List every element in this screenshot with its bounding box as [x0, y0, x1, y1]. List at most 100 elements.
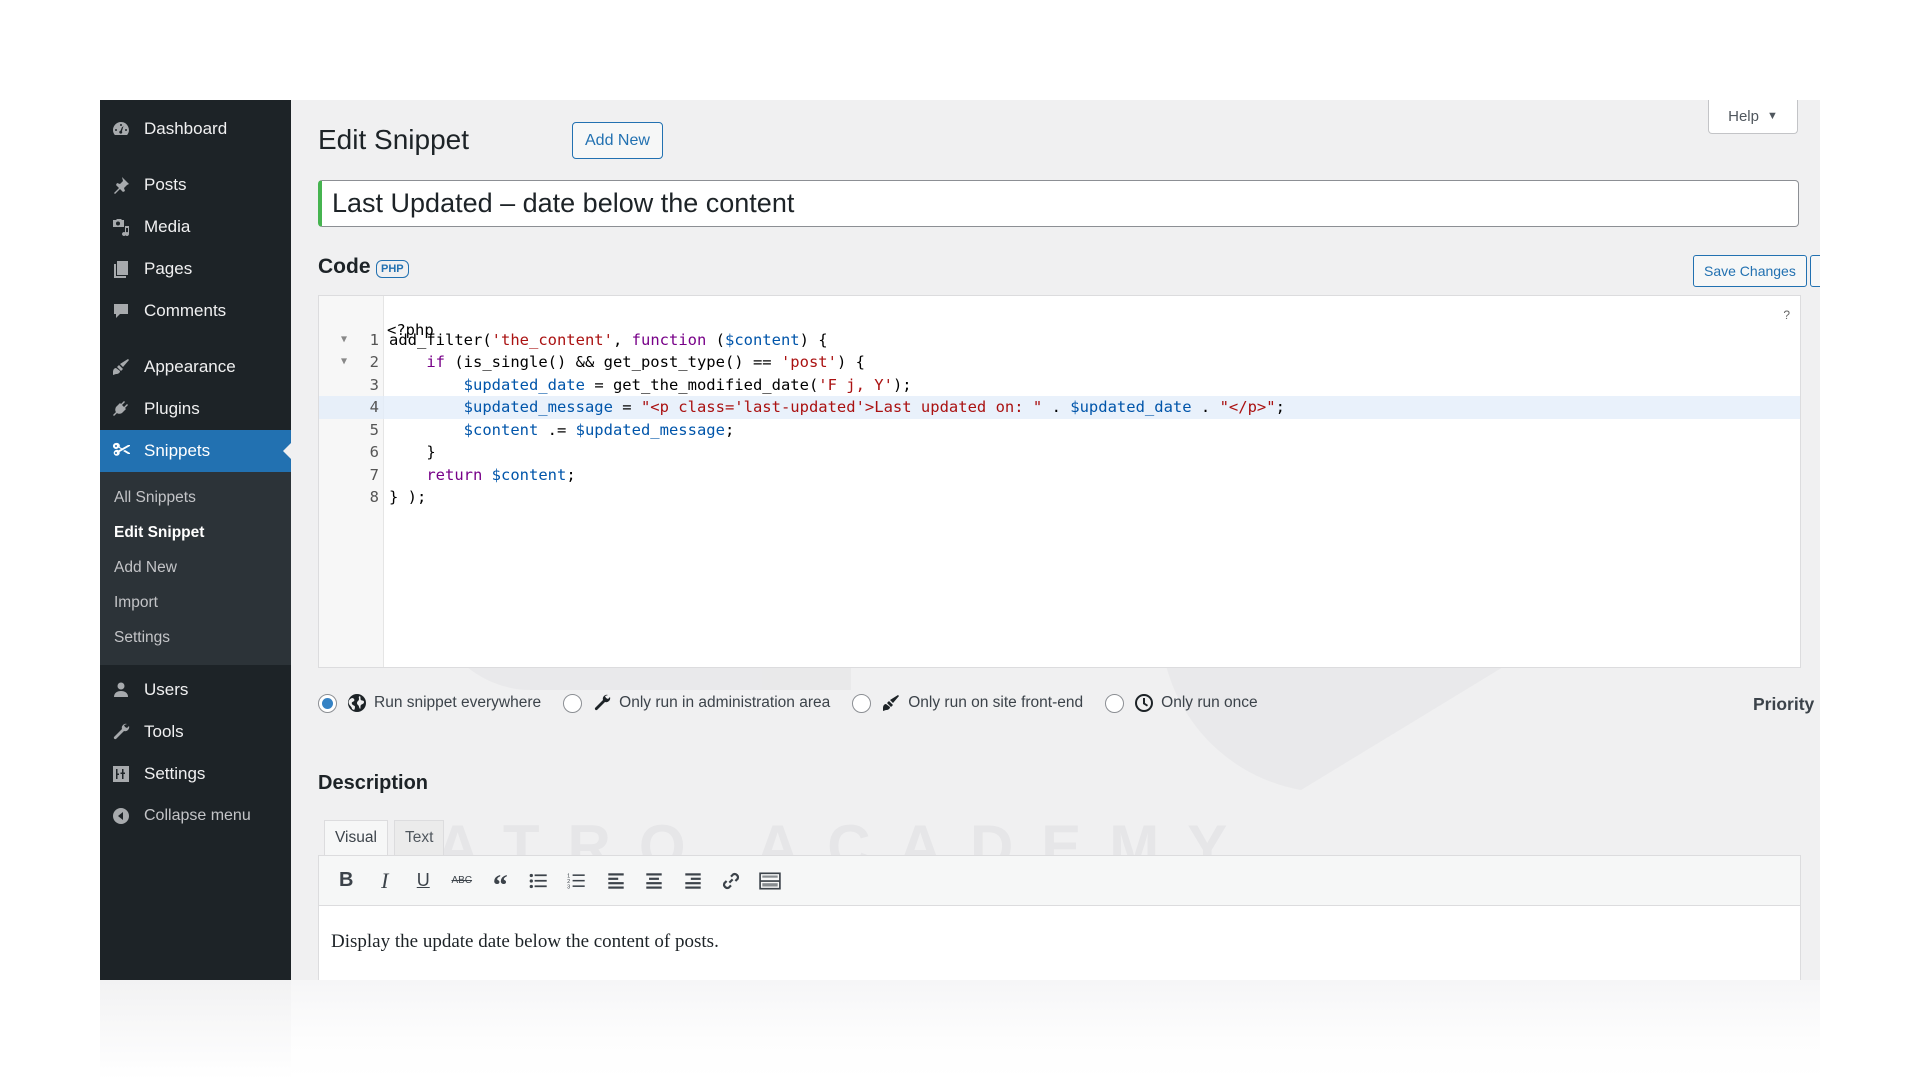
code-token: $updated_message [463, 398, 613, 416]
help-button[interactable]: Help ▼ [1708, 100, 1798, 134]
sidebar-item-label: Tools [144, 722, 184, 741]
numbered-list-icon[interactable]: 123 [558, 863, 597, 899]
toolbar-toggle-icon[interactable] [751, 863, 790, 899]
bullet-list-icon[interactable] [520, 863, 559, 899]
editor-toolbar: B I U ABC “ 123 [318, 855, 1801, 906]
code-token: . [1191, 398, 1220, 416]
underline-icon[interactable]: U [404, 863, 443, 899]
code-line[interactable]: ▼ 2 if (is_single() && get_post_type() ==… [319, 351, 1800, 374]
sidebar-item-snippets[interactable]: Snippets [100, 430, 291, 472]
code-line[interactable]: 4 $updated_message = "<p class='last-upd… [319, 396, 1800, 419]
snippet-title-input[interactable]: Last Updated – date below the content [318, 180, 1799, 227]
line-number: 6 [369, 443, 379, 461]
sidebar-item-label: Plugins [144, 399, 200, 418]
sidebar-item-label: Snippets [144, 441, 211, 460]
scope-radio[interactable] [1105, 693, 1125, 713]
collapse-menu-button[interactable]: Collapse menu [100, 795, 291, 837]
add-new-button[interactable]: Add New [572, 122, 663, 159]
sidebar-item-dashboard[interactable]: Dashboard [100, 108, 291, 150]
code-token: ); [892, 375, 912, 394]
main-content: ATRO ACADEMY Help ▼ Edit Snippet Add New… [291, 100, 1820, 980]
paintbrush-icon [110, 356, 132, 378]
scope-option-admin[interactable]: Only run in administration area [563, 693, 830, 713]
code-line[interactable]: 5 $content .= $updated_message; [319, 419, 1800, 442]
scope-option-frontend[interactable]: Only run on site front-end [852, 693, 1083, 713]
admin-sidebar: Dashboard Posts Media Pages Comments App… [100, 100, 291, 980]
line-number: 2 [369, 353, 379, 371]
sidebar-item-settings[interactable]: Settings [100, 753, 291, 795]
sidebar-item-label: Users [144, 680, 189, 699]
sidebar-item-media[interactable]: Media [100, 206, 291, 248]
submenu-all-snippets[interactable]: All Snippets [100, 480, 291, 515]
collapse-menu-label: Collapse menu [144, 807, 251, 824]
link-icon[interactable] [712, 863, 751, 899]
sidebar-item-label: Posts [144, 175, 187, 194]
line-number: 7 [369, 465, 379, 484]
sidebar-item-users[interactable]: Users [100, 669, 291, 711]
code-line[interactable]: 6 } [319, 441, 1800, 464]
sidebar-item-appearance[interactable]: Appearance [100, 346, 291, 388]
line-number: 3 [369, 375, 379, 394]
code-line[interactable]: ▼ 1 add_filter('the_content', function ($c… [319, 329, 1800, 352]
description-label: Description [318, 772, 429, 794]
media-icon [110, 216, 132, 238]
bold-icon[interactable]: B [327, 863, 366, 899]
code-token: "<p class='last-updated'>Last updated on… [640, 398, 1043, 416]
sidebar-item-pages[interactable]: Pages [100, 248, 291, 290]
code-token: if [426, 353, 445, 371]
code-line[interactable]: 8} ); [319, 486, 1800, 509]
code-text: } ); [389, 486, 426, 509]
line-number: 1 [369, 330, 379, 349]
code-token: 'F j, Y' [818, 375, 893, 394]
submenu-settings[interactable]: Settings [100, 620, 291, 655]
paintbrush-icon [881, 693, 901, 713]
scope-radio[interactable] [318, 693, 337, 713]
sidebar-item-plugins[interactable]: Plugins [100, 388, 291, 430]
align-left-icon[interactable] [597, 863, 636, 899]
submenu-add-new[interactable]: Add New [100, 550, 291, 585]
line-number: 5 [369, 420, 379, 439]
sidebar-item-tools[interactable]: Tools [100, 711, 291, 753]
scope-option-everywhere[interactable]: Run snippet everywhere [318, 693, 541, 713]
collapse-icon [110, 805, 132, 827]
code-line[interactable]: 3 $updated_date = get_the_modified_date(… [319, 374, 1800, 397]
submenu-import[interactable]: Import [100, 585, 291, 620]
clock-icon [1134, 693, 1154, 713]
code-token: ( [706, 330, 725, 349]
align-right-icon[interactable] [674, 863, 713, 899]
reflection-fade [100, 980, 1820, 1080]
scope-options: Run snippet everywhere Only run in admin… [318, 688, 1280, 718]
scope-radio[interactable] [852, 693, 872, 713]
code-token: $content [724, 330, 800, 349]
sidebar-item-label: Comments [144, 301, 227, 320]
caret-down-icon: ▼ [1766, 110, 1778, 122]
editor-help-button[interactable]: ? [1783, 308, 1790, 322]
dashboard-icon [110, 118, 132, 140]
scope-radio[interactable] [563, 693, 583, 713]
code-token: (is_single() && get_post_type() == [445, 353, 781, 371]
code-token: } ); [389, 488, 427, 506]
code-text: $updated_date = get_the_modified_date('F… [389, 374, 912, 397]
code-editor[interactable]: <?php ▼ 1 add_filter('the_content', functi… [318, 295, 1801, 668]
tab-visual[interactable]: Visual [324, 820, 388, 855]
blockquote-icon[interactable]: “ [481, 863, 520, 902]
deactivate-button[interactable]: Deactivate [1810, 255, 1820, 287]
submenu-edit-snippet[interactable]: Edit Snippet [100, 515, 291, 550]
sidebar-item-posts[interactable]: Posts [100, 164, 291, 206]
description-editor[interactable]: Display the update date below the conten… [318, 906, 1801, 980]
italic-icon[interactable]: I [366, 863, 405, 899]
wrench-icon [110, 721, 132, 743]
scope-option-once[interactable]: Only run once [1105, 693, 1258, 713]
sidebar-item-comments[interactable]: Comments [100, 290, 291, 332]
code-token: $content [491, 465, 567, 484]
align-center-icon[interactable] [635, 863, 674, 899]
tab-text[interactable]: Text [394, 820, 445, 855]
strikethrough-icon[interactable]: ABC [443, 863, 482, 899]
code-line[interactable]: 7 return $content; [319, 464, 1800, 487]
scissors-icon [110, 440, 132, 462]
description-text: Display the update date below the conten… [331, 931, 719, 952]
save-changes-button[interactable]: Save Changes [1693, 255, 1807, 287]
